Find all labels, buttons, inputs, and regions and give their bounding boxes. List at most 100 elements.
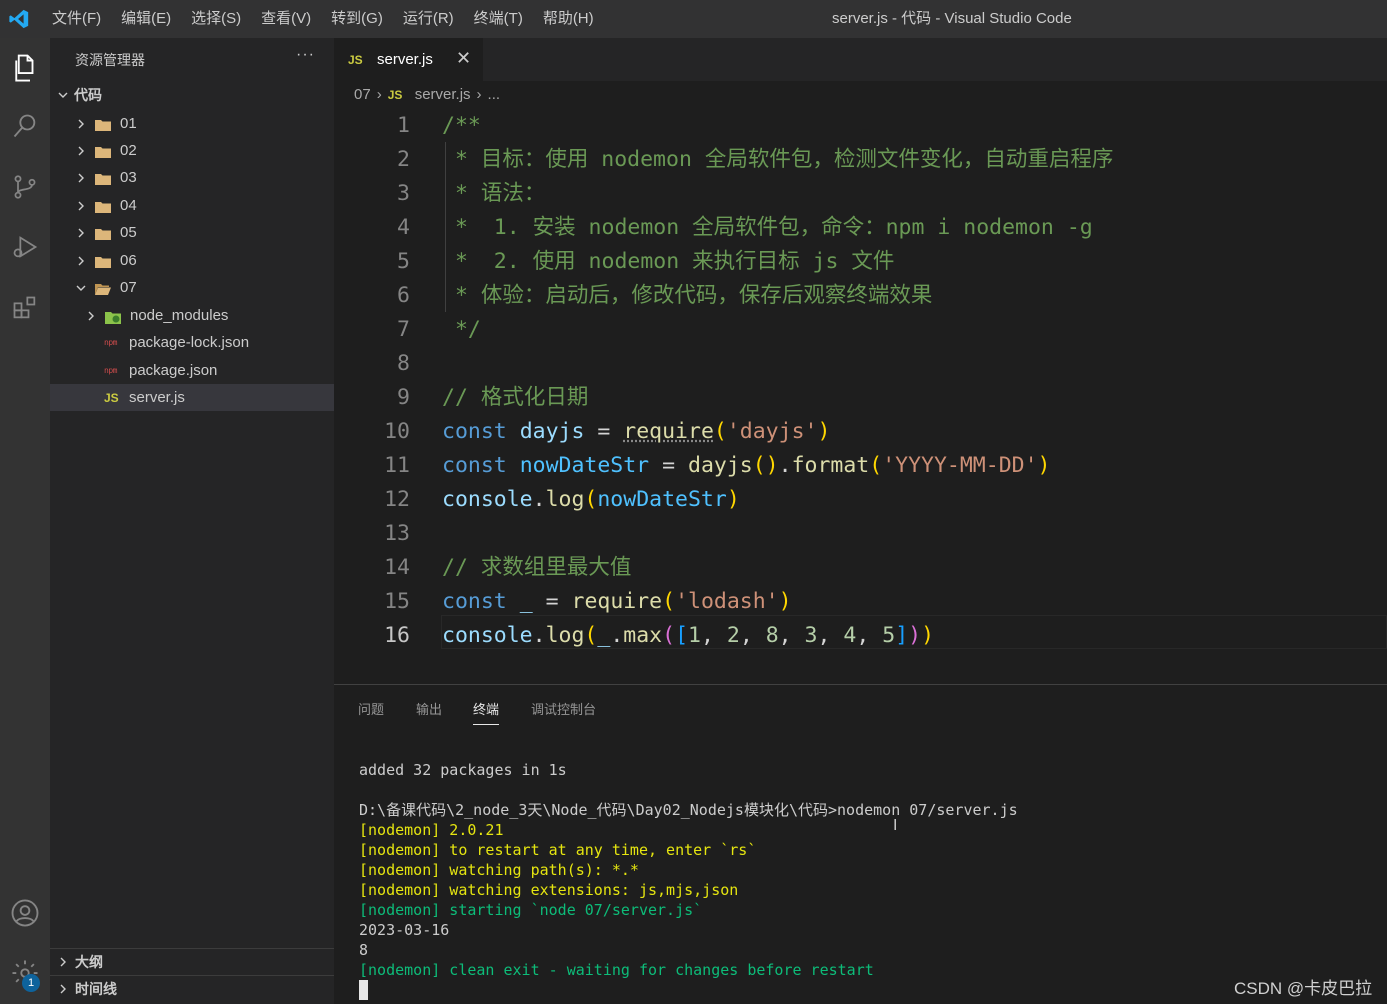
menu-file[interactable]: 文件(F) (42, 0, 111, 38)
tab-output[interactable]: 输出 (416, 699, 442, 724)
line-number: 12 (384, 487, 410, 512)
tree-item-07[interactable]: 07 (50, 274, 334, 301)
token-string: 'YYYY-MM-DD' (882, 453, 1038, 478)
explorer-icon[interactable] (0, 43, 50, 93)
terminal-line: [nodemon] to restart at any time, enter … (359, 841, 757, 859)
token-keyword: const (442, 589, 507, 614)
tree-item-03[interactable]: 03 (50, 164, 334, 191)
code-line: 8 (334, 347, 1387, 381)
code-text: * 语法： (442, 181, 546, 206)
terminal-line: 8 (359, 941, 369, 959)
tab-terminal[interactable]: 终端 (473, 699, 500, 725)
code-line: 5 * 2. 使用 nodemon 来执行目标 js 文件 (334, 245, 1387, 279)
tree-item-label: 04 (120, 197, 137, 214)
line-number: 15 (384, 589, 410, 614)
menu-view[interactable]: 查看(V) (251, 0, 321, 38)
terminal-line: [nodemon] watching extensions: js,mjs,js… (359, 881, 739, 899)
more-actions-button[interactable]: ··· (296, 46, 315, 64)
folder-icon (95, 227, 111, 240)
breadcrumb-file[interactable]: server.js (415, 86, 471, 103)
code-line: 11 const nowDateStr = dayjs().format('YYY… (334, 449, 1387, 483)
title-bar: 文件(F) 编辑(E) 选择(S) 查看(V) 转到(G) 运行(R) 终端(T… (0, 0, 1387, 38)
tab-problems[interactable]: 问题 (358, 699, 384, 724)
tree-item-01[interactable]: 01 (50, 110, 334, 137)
tree-item-node-modules[interactable]: node_modules (50, 302, 334, 329)
chevron-right-icon: › (476, 86, 482, 103)
chevron-right-icon (56, 955, 70, 969)
menu-terminal[interactable]: 终端(T) (464, 0, 533, 38)
tree-item-02[interactable]: 02 (50, 137, 334, 164)
terminal-line: [nodemon] clean exit - waiting for chang… (359, 961, 874, 979)
extensions-icon[interactable] (0, 283, 50, 333)
tree-item-package-json[interactable]: npm package.json (50, 357, 334, 384)
code-text: * 1. 安装 nodemon 全局软件包，命令：npm i nodemon -… (442, 215, 1093, 240)
run-debug-icon[interactable] (0, 222, 50, 272)
code-line: 3 * 语法： (334, 177, 1387, 211)
chevron-right-icon (74, 226, 88, 240)
token-variable: console (442, 487, 533, 512)
token-number: 1 (688, 623, 701, 648)
code-text: const _ = require('lodash') (442, 589, 792, 614)
line-number: 7 (397, 317, 410, 342)
chevron-right-icon (74, 254, 88, 268)
close-icon[interactable]: ✕ (456, 48, 471, 69)
source-control-icon[interactable] (0, 162, 50, 212)
tree-item-package-lock-json[interactable]: npm package-lock.json (50, 329, 334, 356)
settings-gear-icon[interactable] (0, 948, 50, 998)
code-line: 1 /** (334, 109, 1387, 143)
token-function: dayjs (688, 453, 753, 478)
menu-go[interactable]: 转到(G) (321, 0, 393, 38)
tree-item-server-js[interactable]: JS server.js (50, 384, 334, 411)
workspace-root[interactable]: 代码 (50, 81, 334, 108)
tab-server-js[interactable]: JS server.js ✕ (334, 38, 483, 81)
code-text: */ (442, 317, 481, 342)
line-number: 4 (397, 215, 410, 240)
breadcrumb-folder[interactable]: 07 (354, 86, 371, 103)
token-number: 2 (726, 623, 740, 648)
token-number: 3 (804, 623, 818, 648)
menu-selection[interactable]: 选择(S) (181, 0, 251, 38)
token-function: require (571, 589, 663, 614)
chevron-right-icon: › (376, 86, 382, 103)
npm-json-icon: npm (104, 366, 117, 375)
token-function: log (545, 487, 585, 512)
terminal-cursor (359, 980, 368, 1000)
outline-section[interactable]: 大纲 (50, 948, 334, 975)
menu-run[interactable]: 运行(R) (393, 0, 464, 38)
tree-item-05[interactable]: 05 (50, 219, 334, 246)
token-keyword: const (442, 419, 507, 444)
javascript-file-icon: JS (348, 52, 363, 67)
tree-item-06[interactable]: 06 (50, 247, 334, 274)
account-icon[interactable] (0, 888, 50, 938)
menu-help[interactable]: 帮助(H) (533, 0, 604, 38)
token-number: 5 (882, 623, 896, 648)
token-variable: _ (519, 589, 533, 614)
code-line: 2 * 目标：使用 nodemon 全局软件包，检测文件变化，自动重启程序 (334, 143, 1387, 177)
folder-icon (95, 200, 111, 213)
code-line: 12 console.log(nowDateStr) (334, 483, 1387, 517)
node-modules-folder-icon (105, 310, 121, 324)
terminal-line: 2023-03-16 (359, 921, 450, 939)
terminal-line: [nodemon] starting `node 07/server.js` (359, 901, 703, 919)
chevron-right-icon (74, 144, 88, 158)
tab-label: server.js (377, 51, 433, 68)
breadcrumb-symbols[interactable]: ... (488, 86, 501, 103)
line-number: 2 (397, 147, 410, 172)
token-string: 'dayjs' (726, 419, 818, 444)
javascript-file-icon: JS (104, 390, 119, 405)
line-number: 16 (384, 623, 410, 648)
code-line: 9 // 格式化日期 (334, 381, 1387, 415)
timeline-section[interactable]: 时间线 (50, 975, 334, 1002)
chevron-right-icon (74, 171, 88, 185)
terminal-line: [nodemon] watching path(s): *.* (359, 861, 639, 879)
menu-edit[interactable]: 编辑(E) (111, 0, 181, 38)
code-text: /** (442, 113, 481, 138)
tree-item-label: 02 (120, 142, 137, 159)
folder-icon (95, 118, 111, 131)
token-function: require (623, 419, 714, 444)
tree-item-04[interactable]: 04 (50, 192, 334, 219)
tree-item-label: 01 (120, 115, 137, 132)
tab-debug-console[interactable]: 调试控制台 (531, 699, 596, 724)
folder-open-icon (95, 282, 111, 295)
search-icon[interactable] (0, 101, 50, 151)
